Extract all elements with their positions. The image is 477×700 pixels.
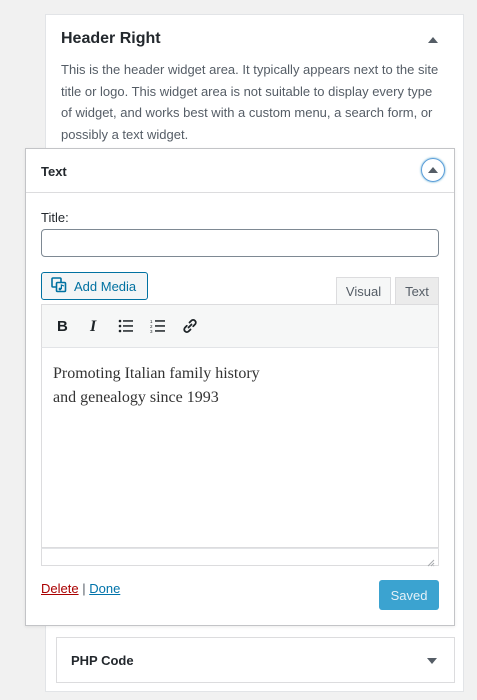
triangle-down-icon[interactable]: [426, 655, 438, 667]
italic-icon[interactable]: I: [84, 316, 104, 336]
tab-text[interactable]: Text: [395, 277, 439, 305]
title-input[interactable]: [41, 229, 439, 257]
title-field-label: Title:: [41, 210, 69, 225]
svg-text:B: B: [57, 318, 68, 334]
editor-statusbar: [41, 548, 439, 567]
bold-icon[interactable]: B: [52, 316, 72, 336]
bulleted-list-icon[interactable]: [116, 316, 136, 336]
add-media-icon: [51, 276, 67, 296]
resize-handle-icon[interactable]: [427, 554, 435, 567]
php-code-widget-title: PHP Code: [71, 653, 134, 668]
numbered-list-icon[interactable]: 1 2 3: [148, 316, 168, 336]
add-media-button[interactable]: Add Media: [41, 272, 148, 300]
widget-area-description: This is the header widget area. It typic…: [61, 62, 439, 142]
actions-separator: |: [82, 581, 86, 596]
editor-toolbar: B I 1 2 3: [41, 304, 439, 348]
editor-text-line: Promoting Italian family history: [53, 365, 260, 382]
add-media-label: Add Media: [74, 278, 137, 294]
widget-area-header[interactable]: Header Right: [46, 15, 463, 55]
done-link[interactable]: Done: [89, 581, 120, 596]
svg-text:I: I: [89, 318, 97, 334]
text-widget: Text Title: Add Media Visual Text B I 1 …: [25, 148, 455, 626]
widget-area-title: Header Right: [61, 30, 161, 47]
editor-content[interactable]: Promoting Italian family history and gen…: [41, 348, 439, 548]
triangle-up-icon[interactable]: [421, 158, 445, 182]
php-code-widget[interactable]: PHP Code: [56, 637, 455, 683]
text-widget-title: Text: [41, 164, 67, 179]
delete-link[interactable]: Delete: [41, 581, 79, 596]
text-widget-header[interactable]: Text: [26, 149, 454, 193]
triangle-up-icon[interactable]: [426, 33, 440, 47]
link-icon[interactable]: [180, 316, 200, 336]
editor-text-line: and genealogy since 1993: [53, 389, 219, 406]
widget-actions: Delete | Done: [41, 581, 120, 596]
svg-text:3: 3: [150, 329, 153, 333]
tab-visual[interactable]: Visual: [336, 277, 391, 305]
save-button[interactable]: Saved: [379, 580, 439, 610]
